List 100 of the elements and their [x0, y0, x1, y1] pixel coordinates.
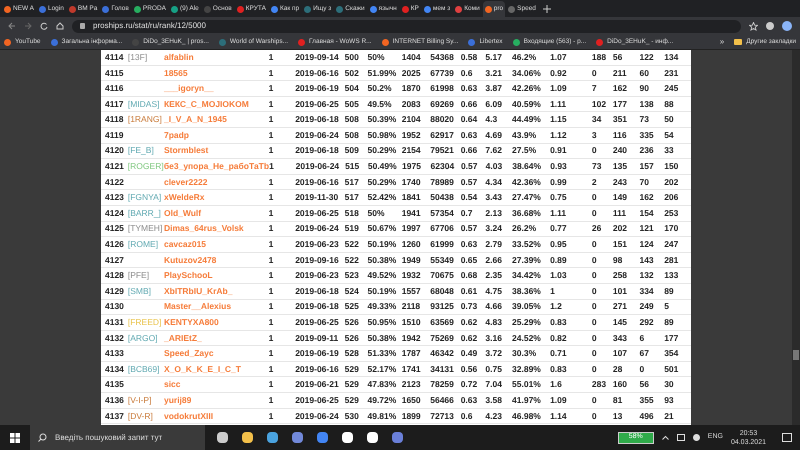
table-cell-text: 6: [639, 332, 646, 344]
clan-tag[interactable]: [MIDAS]: [128, 98, 160, 109]
player-name-link[interactable]: _I_V_A_N_1945: [164, 114, 227, 124]
player-name-link[interactable]: бе3_упора_Не_рабоТаТb: [164, 161, 270, 172]
table-cell-text: 1: [269, 160, 275, 173]
table-cell-text: 206: [664, 191, 680, 204]
table-cell-text: 505: [344, 98, 360, 110]
reload-icon[interactable]: [40, 22, 48, 30]
star-icon[interactable]: [749, 22, 758, 30]
table-cell-text: 4.23: [485, 410, 503, 422]
table-cell-text: 3.16: [485, 332, 503, 344]
player-name-link[interactable]: vodokrutXIII: [164, 410, 214, 421]
clan-tag[interactable]: [BARR_]: [128, 208, 161, 218]
clan-tag[interactable]: [ROME]: [128, 239, 158, 250]
player-name-link[interactable]: Speed_Zayc: [164, 348, 214, 358]
taskbar-app-icon[interactable]: [267, 432, 278, 443]
table-cell-text: 26: [592, 222, 602, 236]
player-name-link[interactable]: Old_Wulf: [164, 208, 202, 218]
clan-tag[interactable]: [1RANG]: [128, 114, 162, 124]
table-cell-text: 116: [612, 128, 628, 142]
taskbar-app-icon[interactable]: [217, 432, 228, 443]
address-field[interactable]: proships.ru/stat/ru/rank/12/5000: [72, 20, 741, 32]
table-cell-text: 2019-06-25: [295, 206, 340, 220]
bookmarks-overflow[interactable]: »: [720, 36, 724, 48]
table-cell-text: 89: [664, 316, 675, 329]
table-cell-text: 50.29%: [367, 144, 398, 158]
table-cell-text: 0: [592, 362, 598, 376]
new-tab-icon[interactable]: [542, 5, 551, 13]
player-name-link[interactable]: PlaySchooL: [164, 270, 213, 280]
player-name-link[interactable]: sicc: [164, 379, 181, 390]
table-cell-text: 42.36%: [512, 176, 542, 188]
site-icon: [171, 6, 178, 12]
clan-tag[interactable]: [BCB69]: [128, 364, 160, 374]
table-cell-text: 55349: [430, 254, 455, 266]
scrollbar-thumb[interactable]: [793, 350, 799, 360]
clan-tag[interactable]: [SMB]: [128, 286, 151, 296]
site-icon: [455, 6, 462, 12]
table-cell-text: 0.62: [460, 332, 478, 344]
player-name-link[interactable]: Stormblest: [164, 145, 208, 156]
taskbar-app-icon[interactable]: [242, 432, 253, 443]
player-name-link[interactable]: XbITRbIU_KrAb_: [164, 286, 232, 296]
player-name-link[interactable]: 7padp: [164, 130, 189, 140]
table-cell-text: 2019-06-18: [295, 113, 340, 126]
table-cell-text: 151: [612, 238, 628, 251]
player-name-link[interactable]: alfablin: [164, 52, 194, 62]
player-name-link[interactable]: yurij89: [164, 394, 192, 405]
table-cell-text: 236: [639, 144, 655, 158]
player-name-link[interactable]: Dimas_64rus_Volsk: [164, 223, 244, 234]
clan-tag[interactable]: [ARGO]: [128, 332, 158, 343]
table-cell-text: 3.21: [485, 66, 503, 80]
site-icon: [4, 6, 11, 12]
table-cell-text: 1: [268, 238, 274, 251]
table-cell-text: 522: [344, 254, 360, 266]
avatar-icon[interactable]: [782, 21, 792, 31]
table-cell-text: 529: [344, 362, 360, 376]
clan-tag[interactable]: [V-I-P]: [128, 394, 152, 405]
caret-icon[interactable]: [662, 435, 669, 440]
table-cell-text: 133: [664, 269, 680, 282]
table-cell-text: 3.58: [485, 394, 503, 407]
back-icon[interactable]: [8, 22, 16, 30]
clan-tag[interactable]: [FE_B]: [128, 145, 154, 156]
table-cell-text: 2019-06-19: [295, 82, 340, 95]
table-cell-text: 32.89%: [512, 362, 542, 376]
table-cell-text: 24.52%: [512, 332, 542, 344]
table-cell-text: 249: [639, 300, 655, 314]
table-cell-text: 0.92: [550, 66, 568, 80]
player-name-link[interactable]: KENTYXA800: [164, 317, 219, 328]
taskbar-app-icon[interactable]: [367, 432, 378, 443]
player-name-link[interactable]: Master__Alexius: [164, 301, 232, 312]
clan-tag[interactable]: [ROGER]: [128, 161, 164, 172]
player-name-link[interactable]: КЕКС_С_MOJIOKOM: [164, 98, 249, 109]
table-cell-text: 1.11: [550, 206, 568, 220]
table-cell-text: 1: [268, 98, 274, 110]
table-cell-text: 36.68%: [512, 206, 542, 220]
table-cell-text: 88020: [430, 113, 455, 126]
player-name-link[interactable]: ___igoryn__: [164, 83, 214, 94]
table-cell-text: 51.99%: [367, 66, 398, 80]
player-name-link[interactable]: 18565: [164, 68, 188, 78]
table-cell-text: 281: [664, 254, 680, 266]
table-cell-text: 2.13: [485, 206, 503, 220]
player-name-link[interactable]: X_O_K_K_E_I_C_T: [164, 364, 241, 374]
player-name-link[interactable]: Kutuzov2478: [164, 254, 216, 265]
table-cell-text: 2.66: [485, 254, 503, 266]
taskbar-app-icon[interactable]: [342, 432, 353, 443]
clan-tag[interactable]: [TYMEH]: [128, 223, 162, 234]
player-name-link[interactable]: clever2222: [164, 176, 208, 187]
player-name-link[interactable]: _ARIEtZ_: [164, 332, 202, 343]
clan-tag[interactable]: [DV-R]: [128, 410, 153, 421]
table-cell-text: 49.52%: [367, 269, 398, 282]
player-name-link[interactable]: cavcaz015: [164, 239, 206, 250]
clan-tag[interactable]: [PFE]: [128, 270, 150, 280]
clan-tag[interactable]: [FGNYA]: [128, 192, 162, 202]
search-icon: [38, 433, 47, 442]
clan-tag[interactable]: [13F]: [128, 52, 148, 62]
table-cell-text: 530: [344, 410, 360, 422]
home-icon[interactable]: [56, 22, 64, 30]
table-cell-text: 1.09: [550, 394, 568, 407]
taskbar-search-field[interactable]: Введіть пошуковий запит тут: [30, 425, 205, 450]
player-name-link[interactable]: xWeldeRx: [164, 192, 204, 202]
table-cell-text: 355: [639, 394, 655, 407]
